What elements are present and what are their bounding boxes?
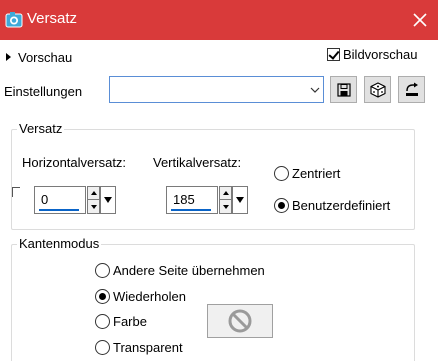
edge-mode-group [11, 244, 415, 361]
chevron-down-icon [310, 87, 319, 93]
radio-color-circle[interactable] [95, 314, 110, 329]
offset-group [11, 129, 415, 230]
vertical-offset-label: Vertikalversatz: [153, 155, 242, 170]
input-focus-underline [171, 209, 211, 211]
random-settings-button[interactable] [364, 76, 391, 103]
title-bar: Versatz [0, 0, 438, 40]
horizontal-offset-stepper[interactable] [87, 186, 100, 214]
input-focus-underline [39, 209, 79, 211]
radio-wrap-other-side[interactable]: Andere Seite übernehmen [95, 263, 265, 278]
vertical-offset-slider-dropdown[interactable] [232, 186, 248, 214]
down-arrow-icon [90, 204, 97, 209]
radio-transparent[interactable]: Transparent [95, 340, 183, 355]
radio-transparent-label: Transparent [113, 340, 183, 355]
save-icon [336, 82, 351, 97]
radio-custom-circle[interactable] [274, 198, 289, 213]
horizontal-offset-label: Horizontalversatz: [22, 155, 127, 170]
down-arrow-icon [222, 204, 229, 209]
radio-transparent-circle[interactable] [95, 340, 110, 355]
reset-settings-button[interactable] [398, 76, 425, 103]
close-button[interactable] [402, 0, 438, 40]
vertical-offset-stepper[interactable] [219, 186, 232, 214]
radio-repeat-label: Wiederholen [113, 289, 186, 304]
dice-icon [369, 81, 386, 98]
up-arrow-icon [222, 191, 229, 195]
radio-color-label: Farbe [113, 314, 147, 329]
dropdown-arrow-icon [236, 197, 244, 203]
radio-centered-circle[interactable] [274, 166, 289, 181]
expand-arrow-icon [6, 53, 11, 61]
up-arrow-icon [90, 191, 97, 195]
vertical-offset-input[interactable]: 185 [166, 186, 218, 214]
reset-icon [405, 82, 418, 96]
image-preview-checkbox[interactable]: Bildvorschau [327, 47, 417, 62]
link-bracket [12, 187, 20, 197]
camera-icon [5, 12, 23, 28]
preview-toggle[interactable]: Vorschau [6, 49, 72, 65]
radio-color[interactable]: Farbe [95, 314, 147, 329]
horizontal-offset-value: 0 [41, 192, 49, 207]
offset-group-legend: Versatz [17, 121, 65, 136]
dropdown-arrow-icon [104, 197, 112, 203]
dropdown-arrow[interactable] [306, 77, 323, 102]
image-preview-label: Bildvorschau [343, 47, 418, 62]
radio-custom[interactable]: Benutzerdefiniert [274, 198, 390, 213]
increment-button[interactable] [88, 187, 99, 200]
radio-custom-label: Benutzerdefiniert [292, 198, 391, 213]
horizontal-offset-slider-dropdown[interactable] [100, 186, 116, 214]
radio-wrap-other-side-circle[interactable] [95, 263, 110, 278]
vertical-offset-value: 185 [173, 192, 195, 207]
increment-button[interactable] [220, 187, 231, 200]
horizontal-offset-input[interactable]: 0 [34, 186, 86, 214]
radio-repeat[interactable]: Wiederholen [95, 289, 186, 304]
decrement-button[interactable] [88, 200, 99, 213]
window-title: Versatz [27, 10, 78, 27]
close-icon [413, 13, 427, 27]
radio-wrap-other-side-label: Andere Seite übernehmen [113, 263, 265, 278]
radio-repeat-circle[interactable] [95, 289, 110, 304]
checkbox-box[interactable] [327, 48, 340, 61]
radio-centered-label: Zentriert [292, 166, 341, 181]
edge-color-swatch[interactable] [207, 304, 273, 338]
preview-label: Vorschau [18, 49, 73, 65]
decrement-button[interactable] [220, 200, 231, 213]
edge-mode-legend: Kantenmodus [17, 236, 102, 251]
save-settings-button[interactable] [330, 76, 357, 103]
settings-dropdown[interactable] [109, 76, 324, 103]
no-color-icon [228, 309, 252, 333]
settings-label: Einstellungen [4, 84, 83, 99]
radio-centered[interactable]: Zentriert [274, 166, 340, 181]
